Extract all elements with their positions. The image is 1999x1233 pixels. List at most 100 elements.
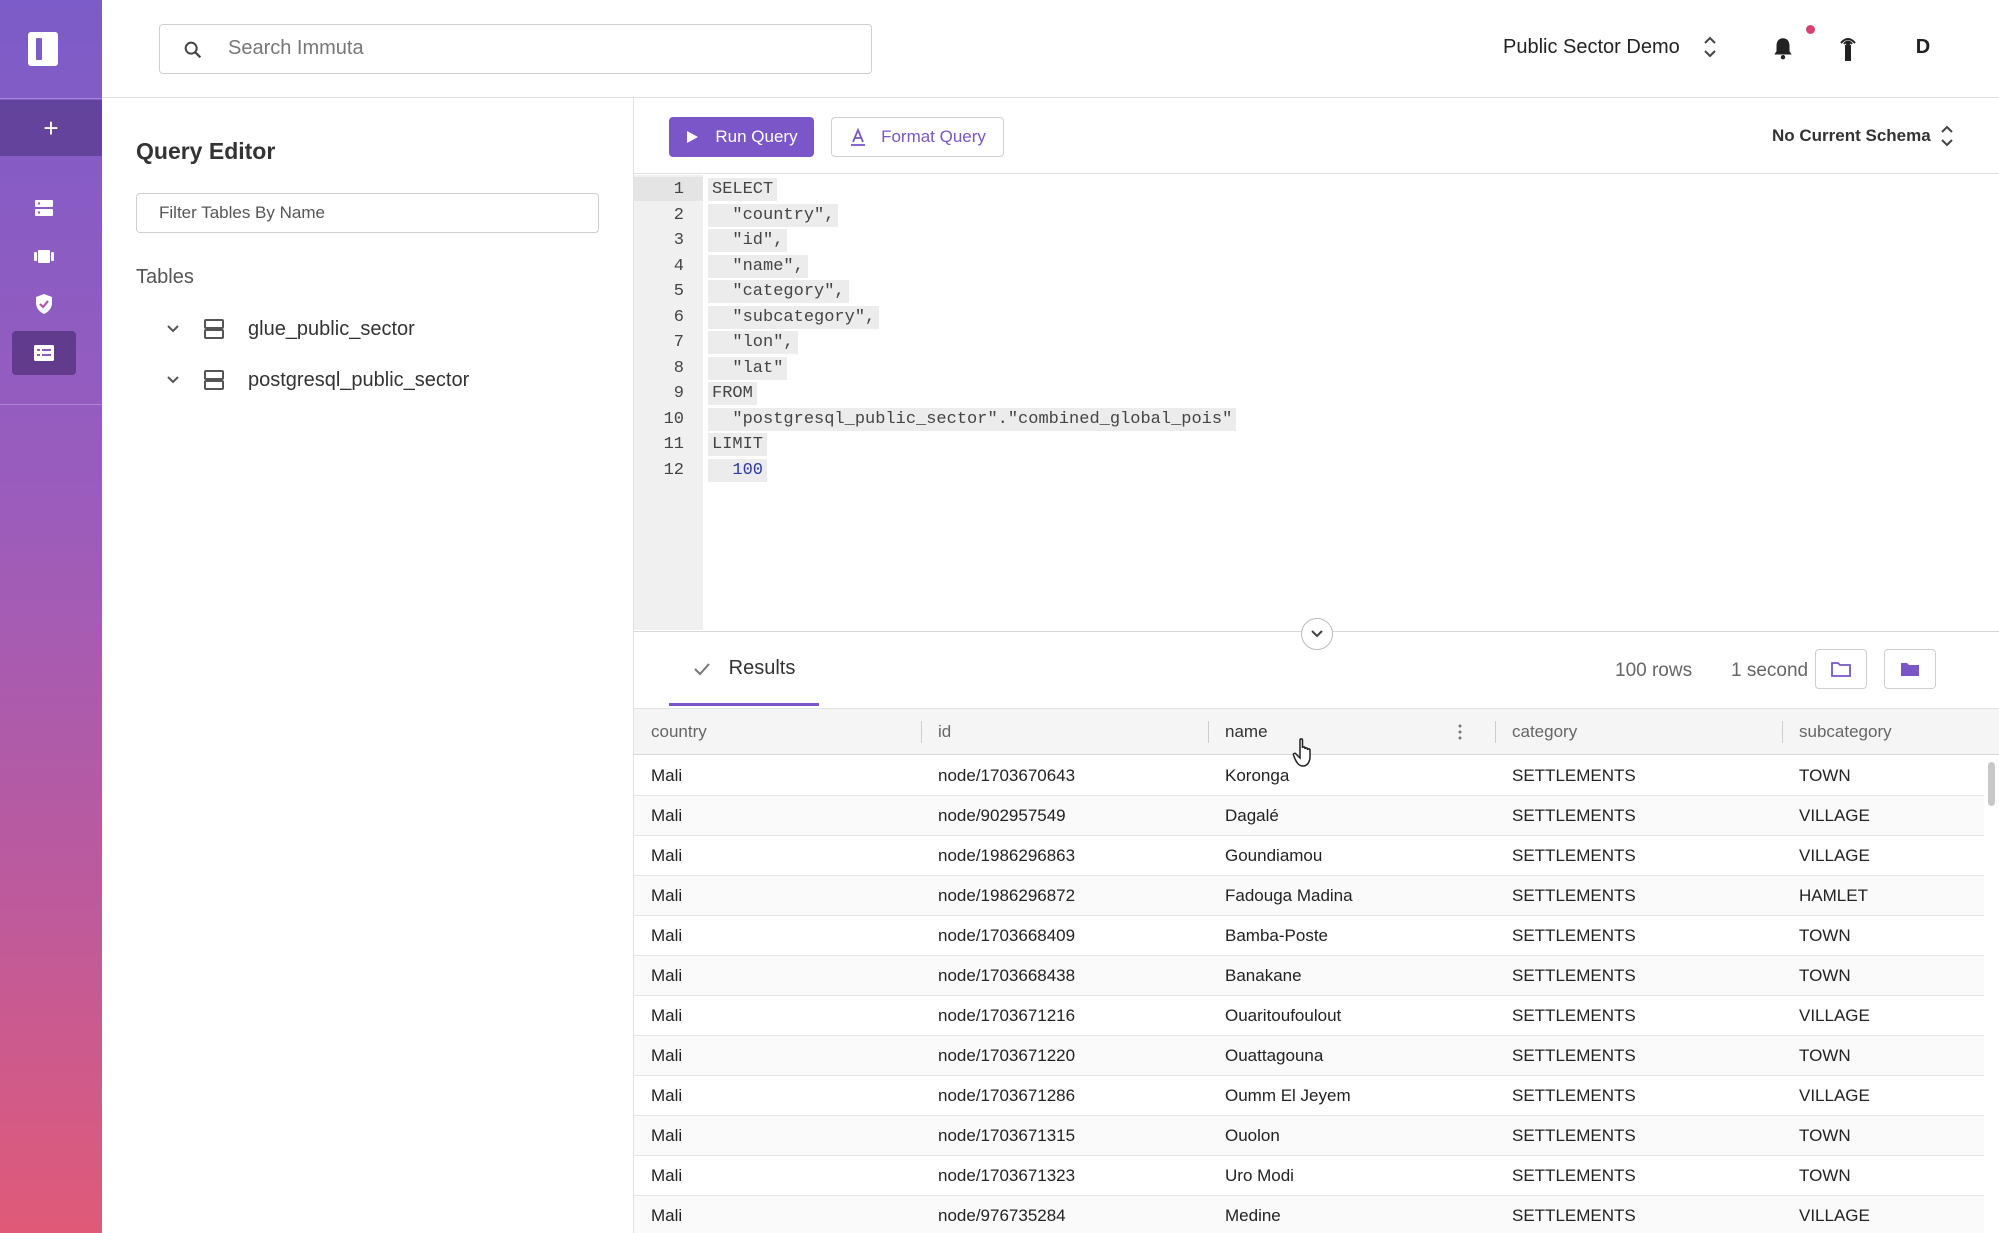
code-line[interactable]: "name", xyxy=(708,254,808,278)
cell-country: Mali xyxy=(651,1206,683,1225)
scrollbar-thumb[interactable] xyxy=(1988,762,1995,806)
broadcast-tower-icon[interactable] xyxy=(1835,33,1861,63)
cell-name: Oumm El Jeyem xyxy=(1225,1086,1351,1105)
code-line-text: "lon", xyxy=(708,331,798,354)
cell-subcategory: TOWN xyxy=(1799,1046,1851,1065)
cell-subcategory: VILLAGE xyxy=(1799,806,1870,825)
code-line[interactable]: "category", xyxy=(708,280,849,303)
line-number: 7 xyxy=(673,333,684,352)
column-header-category[interactable]: category xyxy=(1512,709,1577,755)
cell-subcategory: VILLAGE xyxy=(1799,1006,1870,1025)
tree-item-postgresql-public-sector[interactable]: postgresql_public_sector xyxy=(164,365,469,395)
cell-category: SETTLEMENTS xyxy=(1512,926,1636,945)
cell-name: Ouolon xyxy=(1225,1126,1280,1145)
sql-code-editor[interactable]: 1 SELECT 2 "country", 3 "id", 4 "name", 5 "ca… xyxy=(634,175,1999,632)
user-avatar[interactable]: D xyxy=(1902,26,1944,68)
cell-name: Ouattagouna xyxy=(1225,1046,1324,1065)
column-header-subcategory[interactable]: subcategory xyxy=(1799,709,1892,755)
page-title: Query Editor xyxy=(136,138,276,164)
notifications-bell-icon[interactable] xyxy=(1770,35,1796,61)
project-switcher-label[interactable]: Public Sector Demo xyxy=(1503,36,1680,59)
table-row[interactable]: Mali node/976735284 Medine SETTLEMENTS VILLA… xyxy=(634,1196,1984,1233)
folder-outline-icon xyxy=(1831,662,1851,677)
code-line[interactable]: "lon", xyxy=(708,331,798,354)
cell-country: Mali xyxy=(651,1086,683,1105)
data-sources-icon[interactable] xyxy=(12,186,76,230)
column-menu-icon[interactable] xyxy=(1457,723,1463,741)
add-icon[interactable]: + xyxy=(0,100,102,156)
unfold-icon[interactable] xyxy=(1702,33,1718,61)
column-divider[interactable] xyxy=(1495,721,1496,743)
table-row[interactable]: Mali node/1703668409 Bamba-Poste SETTLEMENT… xyxy=(634,916,1984,956)
cell-subcategory: TOWN xyxy=(1799,1126,1851,1145)
schema-selector[interactable]: No Current Schema xyxy=(1772,126,1931,146)
cell-category: SETTLEMENTS xyxy=(1512,966,1636,985)
run-query-button[interactable]: Run Query xyxy=(669,117,814,157)
code-line-text: SELECT xyxy=(708,178,778,201)
unfold-icon[interactable] xyxy=(1940,123,1954,149)
cell-subcategory: TOWN xyxy=(1799,1166,1851,1185)
table-row[interactable]: Mali node/1986296872 Fadouga Madina SETTLEM… xyxy=(634,876,1984,916)
code-line[interactable]: "lat" xyxy=(708,356,788,380)
app-nav-rail: + xyxy=(0,0,102,1233)
code-line[interactable]: "postgresql_public_sector"."combined_glo… xyxy=(708,407,1237,431)
cell-category: SETTLEMENTS xyxy=(1512,1126,1636,1145)
table-row[interactable]: Mali node/902957549 Dagalé SETTLEMENTS VILLA… xyxy=(634,796,1984,836)
search-input[interactable] xyxy=(228,25,848,71)
format-query-button[interactable]: Format Query xyxy=(831,117,1004,157)
line-number: 5 xyxy=(673,282,684,301)
code-line[interactable]: FROM xyxy=(708,382,757,405)
code-line-text: "name", xyxy=(708,254,808,278)
table-row[interactable]: Mali node/1703671315 Ouolon SETTLEMENTS TOWN xyxy=(634,1116,1984,1156)
cell-id: node/1986296872 xyxy=(938,886,1076,905)
cell-name: Goundiamou xyxy=(1225,846,1323,865)
table-row[interactable]: Mali node/1986296863 Goundiamou SETTLEMENTS… xyxy=(634,836,1984,876)
table-row[interactable]: Mali node/1703671323 Uro Modi SETTLEMENTS TO… xyxy=(634,1156,1984,1196)
column-header-name[interactable]: name xyxy=(1225,709,1268,755)
code-line[interactable]: "country", xyxy=(708,203,839,227)
chevron-down-icon[interactable] xyxy=(164,320,182,338)
column-divider[interactable] xyxy=(921,721,922,743)
format-query-label: Format Query xyxy=(881,127,986,146)
cell-category: SETTLEMENTS xyxy=(1512,1206,1636,1225)
table-row[interactable]: Mali node/1703671286 Oumm El Jeyem SETTLEME… xyxy=(634,1076,1984,1116)
chevron-down-icon[interactable] xyxy=(164,371,182,389)
code-line[interactable]: LIMIT xyxy=(708,433,768,456)
query-editor-icon[interactable] xyxy=(12,331,76,375)
table-row[interactable]: Mali node/1703671216 Ouaritoufoulout SETTLE… xyxy=(634,996,1984,1036)
tree-item-glue-public-sector[interactable]: glue_public_sector xyxy=(164,314,415,344)
cell-country: Mali xyxy=(651,766,683,785)
code-line-text: "lat" xyxy=(708,356,788,380)
code-line[interactable]: "subcategory", xyxy=(708,305,880,329)
code-line[interactable]: "id", xyxy=(708,229,788,252)
column-header-id[interactable]: id xyxy=(938,709,951,755)
database-icon xyxy=(204,370,224,390)
cell-name: Bamba-Poste xyxy=(1225,926,1328,945)
tab-results[interactable]: Results xyxy=(669,634,819,706)
policies-shield-icon[interactable] xyxy=(12,282,76,326)
cell-category: SETTLEMENTS xyxy=(1512,766,1636,785)
table-row[interactable]: Mali node/1703671220 Ouattagouna SETTLEMENT… xyxy=(634,1036,1984,1076)
app-logo-icon[interactable] xyxy=(28,32,58,66)
top-bar: Public Sector Demo D xyxy=(102,0,1999,98)
results-scrollbar[interactable] xyxy=(1986,756,1996,1233)
table-row[interactable]: Mali node/1703668438 Banakane SETTLEMENTS TO… xyxy=(634,956,1984,996)
column-divider[interactable] xyxy=(1208,721,1209,743)
global-search[interactable] xyxy=(159,24,872,74)
projects-icon[interactable] xyxy=(12,234,76,278)
results-bar: Results 100 rows 1 second xyxy=(634,634,1999,706)
code-line[interactable]: SELECT xyxy=(708,178,778,201)
save-folder-button[interactable] xyxy=(1884,649,1936,689)
filter-tables-input[interactable] xyxy=(136,193,599,233)
line-number: 11 xyxy=(663,435,684,454)
line-number: 9 xyxy=(673,384,684,403)
column-header-country[interactable]: country xyxy=(651,709,707,755)
cell-id: node/1703671315 xyxy=(938,1126,1076,1145)
column-divider[interactable] xyxy=(1782,721,1783,743)
open-folder-button[interactable] xyxy=(1815,649,1867,689)
cell-country: Mali xyxy=(651,1006,683,1025)
code-line[interactable]: 100 xyxy=(708,458,768,482)
cell-id: node/976735284 xyxy=(938,1206,1066,1225)
results-table: country id name category subcategory Mal… xyxy=(634,708,1999,1233)
folder-filled-icon xyxy=(1901,663,1919,676)
